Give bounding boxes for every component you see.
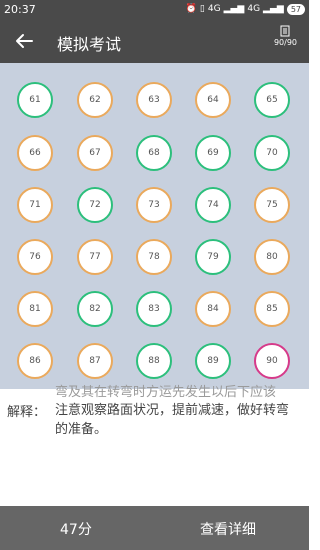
question-number-button[interactable]: 75 bbox=[254, 187, 290, 223]
question-counter[interactable]: 90/90 bbox=[274, 25, 297, 47]
question-number-button[interactable]: 76 bbox=[17, 239, 53, 275]
signal-icon: ▂▄▆ bbox=[263, 4, 284, 14]
question-number-button[interactable]: 81 bbox=[17, 291, 53, 327]
question-number-button[interactable]: 79 bbox=[195, 239, 231, 275]
explanation-text: 注意观察路面状况，提前减速，做好转弯的准备。 bbox=[55, 403, 290, 437]
question-number-button[interactable]: 62 bbox=[77, 82, 113, 118]
battery-icon: 57 bbox=[286, 4, 305, 15]
question-number-button[interactable]: 66 bbox=[17, 135, 53, 171]
question-number-button[interactable]: 84 bbox=[195, 291, 231, 327]
question-number-button[interactable]: 63 bbox=[136, 82, 172, 118]
question-number-button[interactable]: 89 bbox=[195, 343, 231, 379]
status-bar: 20:37 ⏰ ▯ 4G ▂▄▆ 4G ▂▄▆ 57 bbox=[0, 0, 309, 19]
alarm-icon: ⏰ bbox=[185, 4, 197, 14]
back-arrow-icon[interactable] bbox=[12, 29, 36, 53]
question-number-button[interactable]: 69 bbox=[195, 135, 231, 171]
score-text: 47分 bbox=[60, 522, 92, 538]
view-details-button[interactable]: 查看详细 bbox=[200, 519, 256, 539]
page-title: 模拟考试 bbox=[57, 35, 122, 54]
question-number-button[interactable]: 61 bbox=[17, 82, 53, 118]
question-number-button[interactable]: 82 bbox=[77, 291, 113, 327]
vibrate-icon: ▯ bbox=[199, 4, 205, 14]
question-number-button[interactable]: 67 bbox=[77, 135, 113, 171]
bottom-bar: 47分 查看详细 bbox=[0, 506, 309, 550]
explanation-panel: 弯及其在转弯时方运先发生以后下应该 解释： 注意观察路面状况，提前减速，做好转弯… bbox=[0, 385, 309, 506]
signal-icon: ▂▄▆ bbox=[223, 4, 245, 14]
question-number-button[interactable]: 88 bbox=[136, 343, 172, 379]
question-number-button[interactable]: 68 bbox=[136, 135, 172, 171]
question-number-button[interactable]: 85 bbox=[254, 291, 290, 327]
question-number-button[interactable]: 90 bbox=[254, 343, 290, 379]
question-number-button[interactable]: 87 bbox=[77, 343, 113, 379]
answer-grid-panel: 61 62 63 64 65 66 67 68 69 70 71 72 73 74 75 76 77 78 79 80… bbox=[0, 63, 309, 389]
network-label-2: 4G bbox=[247, 4, 261, 14]
counter-text: 90/90 bbox=[273, 38, 297, 47]
question-number-button[interactable]: 65 bbox=[254, 82, 290, 118]
question-number-button[interactable]: 78 bbox=[136, 239, 172, 275]
question-number-button[interactable]: 72 bbox=[77, 187, 113, 223]
question-number-button[interactable]: 64 bbox=[195, 82, 231, 118]
explanation-fragment: 弯及其在转弯时方运先发生以后下应该 bbox=[55, 385, 277, 400]
status-icons: ⏰ ▯ 4G ▂▄▆ 4G ▂▄▆ 57 bbox=[186, 0, 305, 19]
list-icon bbox=[280, 25, 290, 37]
explanation-label: 解释： bbox=[7, 405, 47, 420]
question-number-button[interactable]: 80 bbox=[254, 239, 290, 275]
app-bar: 模拟考试 90/90 bbox=[0, 19, 309, 63]
network-label-1: 4G bbox=[207, 4, 221, 14]
question-number-button[interactable]: 74 bbox=[195, 187, 231, 223]
question-number-button[interactable]: 73 bbox=[136, 187, 172, 223]
question-number-button[interactable]: 70 bbox=[254, 135, 290, 171]
question-number-button[interactable]: 83 bbox=[136, 291, 172, 327]
question-number-button[interactable]: 71 bbox=[17, 187, 53, 223]
question-number-button[interactable]: 86 bbox=[17, 343, 53, 379]
status-time: 20:37 bbox=[4, 3, 36, 16]
question-number-button[interactable]: 77 bbox=[77, 239, 113, 275]
